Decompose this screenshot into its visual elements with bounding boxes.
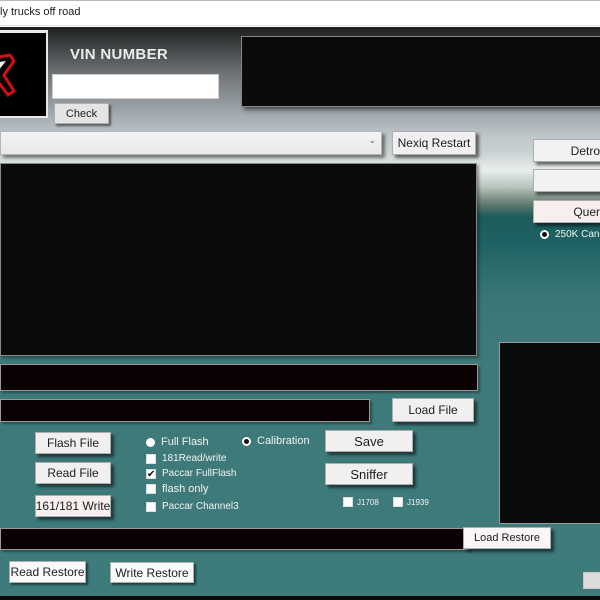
radio-selected-icon xyxy=(540,230,549,239)
status-field xyxy=(0,364,478,391)
j1708-checkbox[interactable]: J1708 xyxy=(343,497,379,507)
partial-button[interactable] xyxy=(583,572,600,589)
window-title: ly trucks off road xyxy=(0,6,81,18)
checkbox-icon xyxy=(146,453,156,464)
secondary-display xyxy=(499,342,600,524)
bottom-border xyxy=(0,596,600,600)
restore-path-field xyxy=(0,528,470,550)
flash-only-label: flash only xyxy=(162,483,209,495)
log-output-panel xyxy=(0,163,477,356)
paccar-channel3-label: Paccar Channel3 xyxy=(162,501,239,512)
logo-icon xyxy=(0,53,17,98)
chevron-down-icon: ⌄ xyxy=(368,136,376,146)
vehicle-info-display xyxy=(241,36,600,107)
paccar-channel3-checkbox[interactable]: Paccar Channel3 xyxy=(146,501,239,512)
full-flash-radio[interactable]: Full Flash xyxy=(146,436,209,448)
checkbox-icon xyxy=(146,484,156,494)
radio-selected-icon xyxy=(242,436,251,446)
load-file-button[interactable]: Load File xyxy=(392,398,474,422)
query-button[interactable]: Quer xyxy=(533,200,600,223)
title-bar: ly trucks off road xyxy=(0,0,600,26)
sniffer-button[interactable]: Sniffer xyxy=(325,463,413,485)
paccar-fullflash-checkbox[interactable]: ✔ Paccar FullFlash xyxy=(146,468,236,479)
file-path-field xyxy=(0,399,370,422)
vin-number-input[interactable] xyxy=(52,74,219,99)
flash-file-button[interactable]: Flash File xyxy=(35,432,111,454)
read-restore-button[interactable]: Read Restore xyxy=(9,561,86,583)
save-button[interactable]: Save xyxy=(325,430,413,452)
can-250k-label: 250K Can xyxy=(555,229,600,240)
checkbox-icon xyxy=(393,497,403,507)
checkbox-icon xyxy=(146,501,156,512)
read-write-181-checkbox[interactable]: 181Read/write xyxy=(146,453,226,464)
write-restore-button[interactable]: Write Restore xyxy=(110,562,194,583)
checkmark-icon: ✔ xyxy=(146,468,156,480)
checkbox-icon xyxy=(343,497,353,507)
device-dropdown[interactable]: ⌄ xyxy=(0,131,382,155)
read-file-button[interactable]: Read File xyxy=(35,462,111,484)
radio-unselected-icon xyxy=(146,437,155,447)
read-write-181-label: 181Read/write xyxy=(162,453,227,464)
check-button[interactable]: Check xyxy=(54,103,109,124)
j1939-checkbox[interactable]: J1939 xyxy=(393,497,429,507)
blank-button[interactable] xyxy=(533,169,600,192)
flash-only-checkbox[interactable]: flash only xyxy=(146,483,208,495)
calibration-radio[interactable]: Calibration xyxy=(242,435,310,447)
calibration-label: Calibration xyxy=(257,435,310,447)
paccar-fullflash-label: Paccar FullFlash xyxy=(162,468,237,479)
detroit-button[interactable]: Detro xyxy=(533,139,600,162)
can-250k-radio[interactable]: 250K Can xyxy=(540,229,599,240)
write-161-181-button[interactable]: 161/181 Write xyxy=(35,495,111,517)
logo-image xyxy=(0,30,48,118)
load-restore-button[interactable]: Load Restore xyxy=(463,527,551,549)
vin-number-label: VIN NUMBER xyxy=(70,46,169,63)
j1939-label: J1939 xyxy=(407,497,429,507)
full-flash-label: Full Flash xyxy=(161,436,209,448)
j1708-label: J1708 xyxy=(357,497,379,507)
nexiq-restart-button[interactable]: Nexiq Restart xyxy=(392,131,476,155)
